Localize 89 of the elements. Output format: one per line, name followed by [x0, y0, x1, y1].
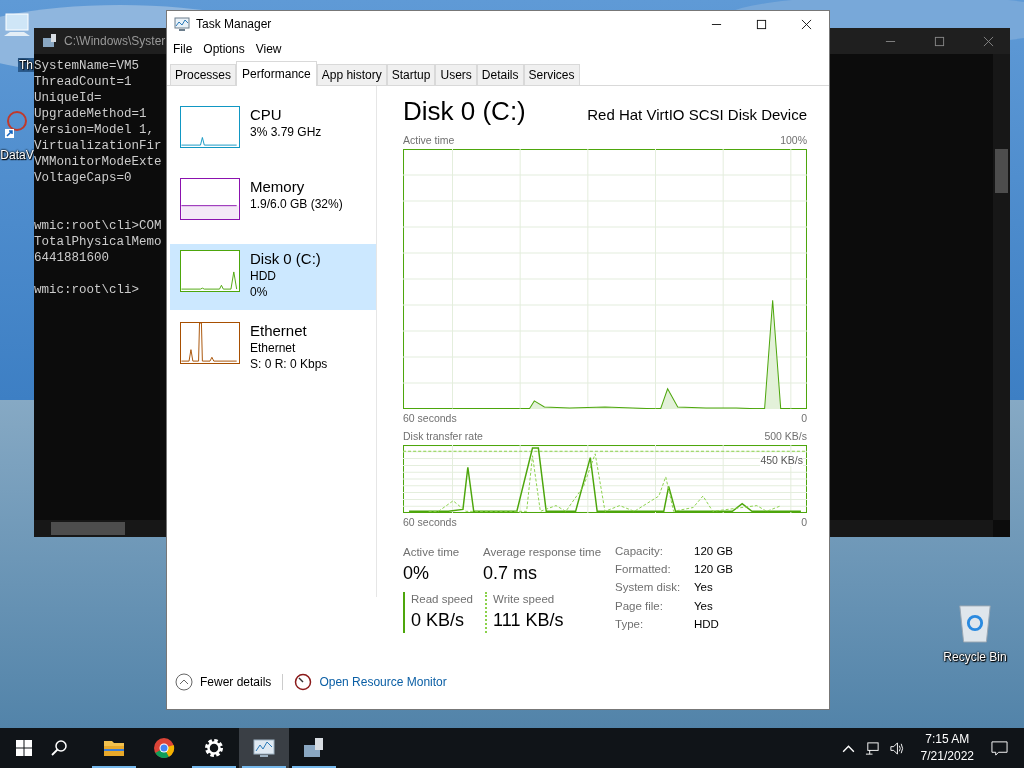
- browser-icon: [152, 736, 176, 760]
- console-line: TotalPhysicalMemo: [34, 234, 162, 250]
- menu-item[interactable]: File: [173, 42, 193, 56]
- graph-time-label: 60 seconds: [403, 516, 457, 528]
- resource-name: Memory: [250, 178, 305, 196]
- property-label: Capacity:: [615, 545, 664, 557]
- recycle-bin-icon[interactable]: [956, 602, 994, 644]
- console-line: wmic:root\cli>COM: [34, 218, 162, 234]
- stat-value: 0%: [403, 562, 429, 585]
- graph-time-label: 0: [801, 412, 807, 424]
- graph-time-label: 60 seconds: [403, 412, 457, 424]
- resource-item[interactable]: Memory 1.9/6.0 GB (32%): [170, 172, 376, 238]
- search-icon[interactable]: [50, 739, 68, 757]
- scrollbar[interactable]: [993, 54, 1010, 520]
- resource-name: CPU: [250, 106, 282, 124]
- taskbar-app[interactable]: [239, 728, 289, 768]
- stat-label: Average response time: [483, 545, 602, 560]
- maximize-icon[interactable]: [756, 18, 767, 30]
- property-label: Type:: [615, 617, 645, 630]
- tab[interactable]: Users: [435, 64, 477, 85]
- windows-logo-icon[interactable]: [16, 740, 32, 756]
- close-icon[interactable]: [801, 18, 812, 30]
- graph-label: Active time: [403, 134, 455, 146]
- stat-value: 111 KB/s: [493, 609, 564, 632]
- tab[interactable]: Details: [476, 64, 524, 85]
- graph-max-label: 500 KB/s: [764, 430, 807, 442]
- resource-item[interactable]: Disk 0 (C:) HDD 0%: [170, 244, 376, 310]
- tab[interactable]: Services: [523, 64, 580, 85]
- resource-detail: 3% 3.79 GHz: [250, 124, 322, 140]
- resource-item[interactable]: Ethernet Ethernet S: 0 R: 0 Kbps: [170, 316, 376, 382]
- graph-scale-label: 450 KB/s: [760, 454, 803, 466]
- resource-monitor-link[interactable]: Open Resource Monitor: [319, 675, 447, 689]
- volume-icon[interactable]: [888, 740, 904, 756]
- resource-detail: 0%: [250, 284, 268, 300]
- settings-icon: [202, 736, 226, 760]
- property-value: Yes: [694, 599, 714, 612]
- graph-icon: [174, 16, 190, 32]
- stat-label: Active time: [403, 545, 460, 560]
- menu-item[interactable]: Options: [203, 42, 245, 56]
- tab[interactable]: Performance: [236, 61, 317, 86]
- desktop-icon-label[interactable]: Recycle Bin: [943, 650, 1007, 664]
- resource-name: Ethernet: [250, 322, 307, 340]
- console-app-icon: [302, 736, 326, 760]
- console-app-icon: [42, 33, 58, 49]
- console-line: ThreadCount=1: [34, 74, 132, 90]
- graph-icon: [252, 736, 276, 760]
- property-value: 120 GB: [694, 545, 733, 557]
- window-title: Task Manager: [196, 17, 272, 31]
- gauge-icon[interactable]: [294, 673, 313, 691]
- console-line: 6441881600: [34, 250, 109, 266]
- console-line: SystemName=VM5: [34, 58, 140, 74]
- graph-time-label: 0: [801, 516, 807, 528]
- resource-detail: Ethernet: [250, 340, 296, 356]
- property-value: 120 GB: [694, 563, 733, 576]
- property-label: System disk:: [615, 581, 682, 594]
- tab[interactable]: App history: [316, 64, 387, 85]
- console-line: wmic:root\cli>: [34, 282, 140, 298]
- resource-detail: S: 0 R: 0 Kbps: [250, 356, 328, 372]
- stat-label: Write speed: [493, 592, 555, 607]
- stat-value: 0.7 ms: [483, 562, 538, 585]
- console-line: VMMonitorModeExte: [34, 155, 162, 170]
- graph-max-label: 100%: [780, 134, 807, 146]
- stat-label: Read speed: [411, 592, 474, 607]
- tab[interactable]: Startup: [386, 64, 436, 85]
- resource-name: Disk 0 (C:): [250, 250, 321, 268]
- menu-item[interactable]: View: [255, 42, 282, 56]
- property-value: HDD: [694, 617, 720, 630]
- console-line: VoltageCaps=0: [34, 170, 132, 186]
- property-label: Page file:: [615, 599, 664, 612]
- console-line: VirtualizationFir: [34, 138, 162, 153]
- tab[interactable]: Processes: [170, 64, 237, 85]
- clock-date[interactable]: 7/21/2022: [920, 748, 974, 765]
- resource-item[interactable]: CPU 3% 3.79 GHz: [170, 100, 376, 166]
- console-line: Version=Model 1,: [34, 122, 155, 138]
- resource-detail: 1.9/6.0 GB (32%): [250, 196, 343, 212]
- clock-time[interactable]: 7:15 AM: [925, 731, 970, 748]
- property-value: Yes: [694, 581, 714, 594]
- resource-detail: HDD: [250, 268, 276, 284]
- property-label: Formatted:: [615, 563, 672, 576]
- disk-title: Disk 0 (C:): [403, 96, 526, 127]
- desktop-icon-label[interactable]: Th: [18, 58, 34, 72]
- notifications-icon[interactable]: [991, 739, 1008, 757]
- window-title: C:\Windows\Syster: [64, 34, 166, 48]
- graph-label: Disk transfer rate: [403, 430, 483, 442]
- console-line: UpgradeMethod=1: [34, 106, 147, 122]
- device-name: Red Hat VirtIO SCSI Disk Device: [587, 106, 807, 123]
- stat-value: 0 KB/s: [411, 609, 465, 632]
- fewer-details-button[interactable]: Fewer details: [200, 675, 272, 689]
- console-line: UniqueId=: [34, 90, 102, 106]
